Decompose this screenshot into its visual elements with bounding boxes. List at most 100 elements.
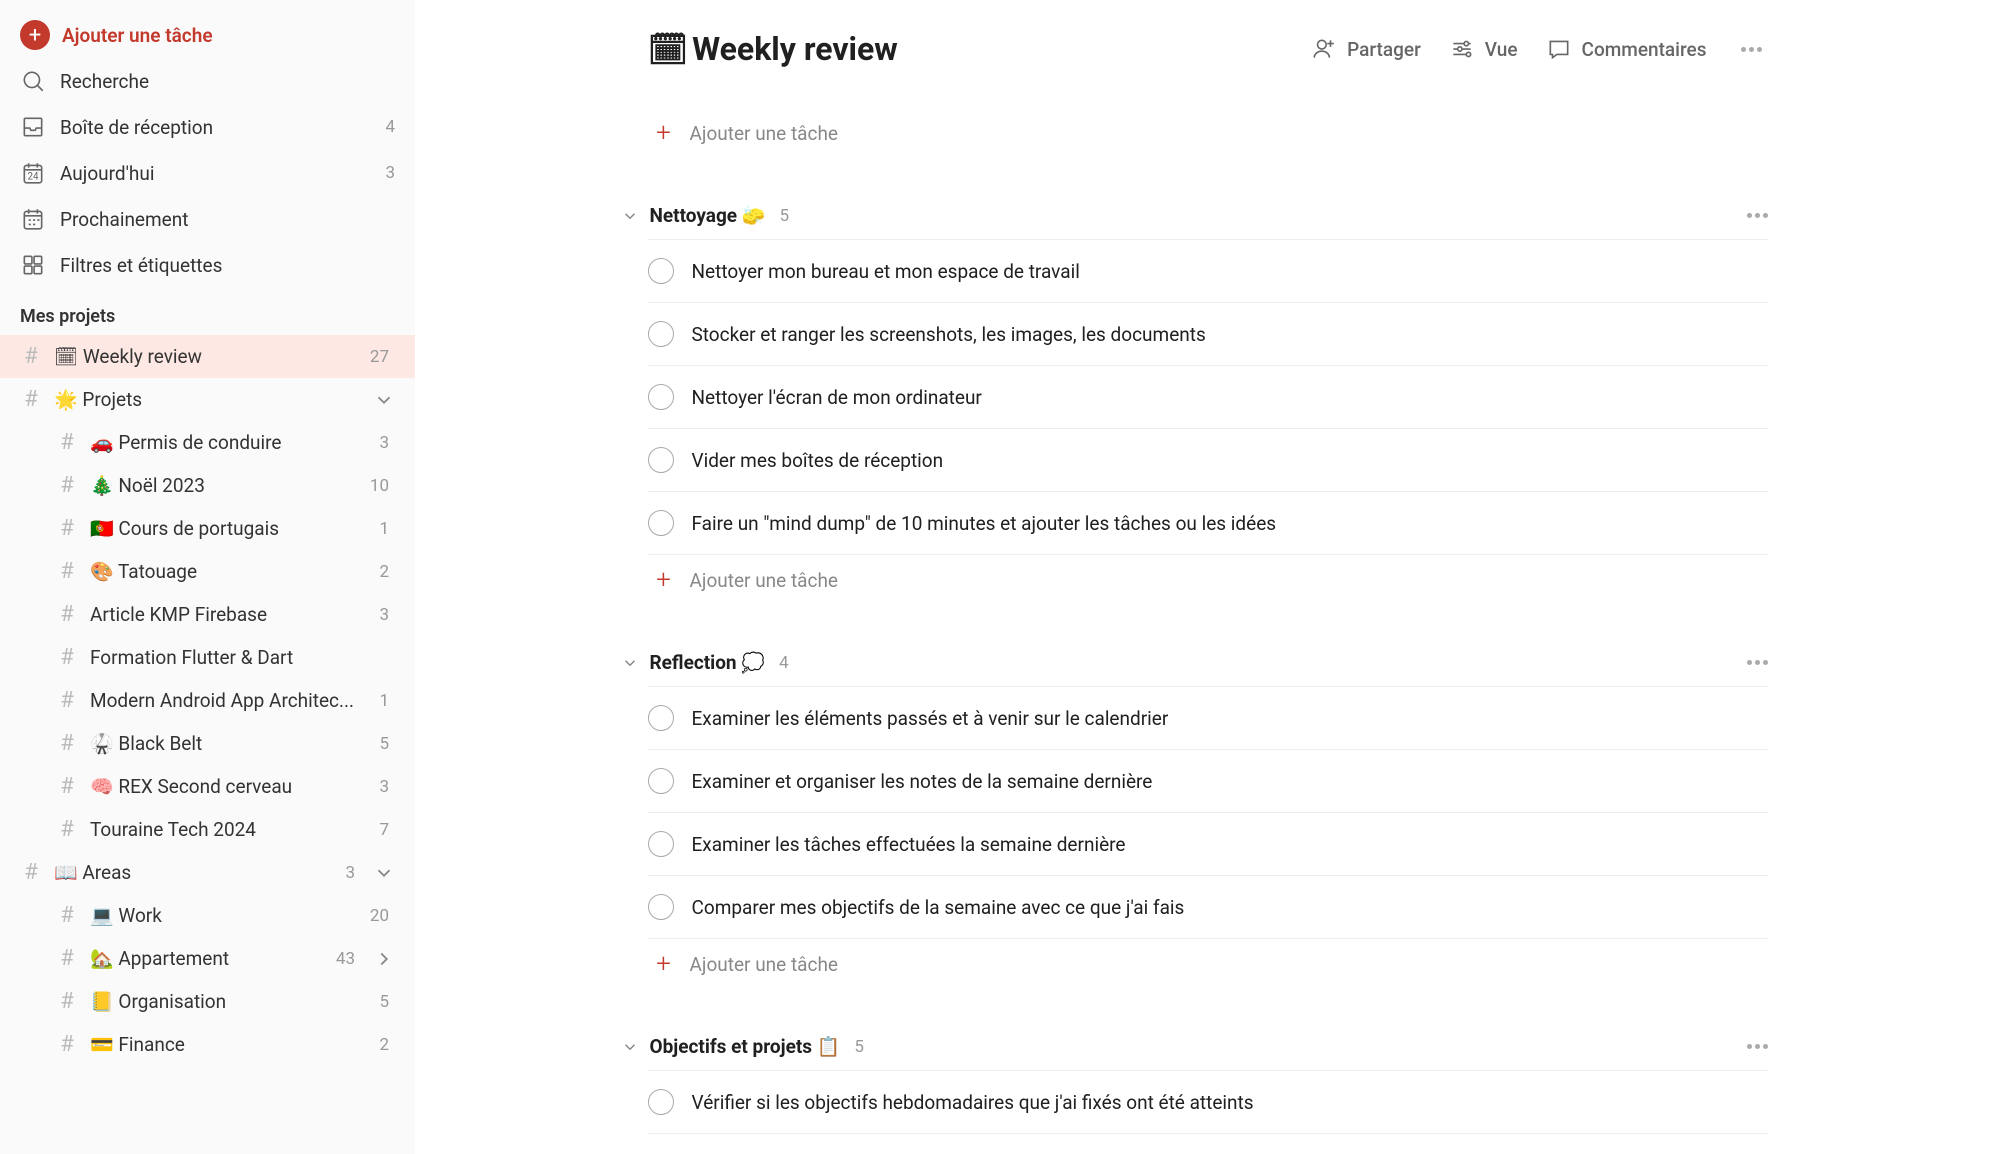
project-item[interactable]: #💳 Finance2 xyxy=(0,1023,415,1066)
task-row[interactable]: Vider mes boîtes de réception xyxy=(648,429,1768,492)
task-checkbox[interactable] xyxy=(648,258,674,284)
task-row[interactable]: Comparer mes objectifs de la semaine ave… xyxy=(648,876,1768,939)
page-title: 🗓 Weekly review xyxy=(648,30,898,68)
project-count: 10 xyxy=(370,476,389,496)
project-count: 3 xyxy=(379,605,389,625)
add-task-inline[interactable]: +Ajouter une tâche xyxy=(652,555,1768,605)
task-checkbox[interactable] xyxy=(648,447,674,473)
task-checkbox[interactable] xyxy=(648,321,674,347)
section-more-button[interactable] xyxy=(1747,1044,1768,1049)
chevron-right-icon[interactable] xyxy=(373,948,395,970)
project-label: 🎄 Noël 2023 xyxy=(90,474,358,497)
section-count: 5 xyxy=(779,206,789,226)
project-label: 🥋 Black Belt xyxy=(90,732,367,755)
page-header: 🗓 Weekly review Partager Vue Commentaire… xyxy=(648,30,1768,108)
task-checkbox[interactable] xyxy=(648,384,674,410)
task-row[interactable]: Examiner et organiser les notes de la se… xyxy=(648,750,1768,813)
task-label: Examiner et organiser les notes de la se… xyxy=(692,770,1768,793)
section-more-button[interactable] xyxy=(1747,660,1768,665)
comment-icon xyxy=(1546,36,1572,62)
section-header: Nettoyage 🧽5 xyxy=(648,204,1768,240)
task-checkbox[interactable] xyxy=(648,768,674,794)
hash-icon: # xyxy=(20,387,42,412)
task-row[interactable]: Nettoyer mon bureau et mon espace de tra… xyxy=(648,240,1768,303)
project-item[interactable]: #🌟 Projets xyxy=(0,378,415,421)
hash-icon: # xyxy=(20,344,42,369)
project-item[interactable]: #📖 Areas3 xyxy=(0,851,415,894)
add-task-inline[interactable]: +Ajouter une tâche xyxy=(652,939,1768,989)
chevron-down-icon[interactable] xyxy=(373,862,395,884)
project-label: 🗓 Weekly review xyxy=(54,345,358,368)
plus-icon: + xyxy=(652,949,676,979)
chevron-down-icon[interactable] xyxy=(620,654,640,672)
project-count: 3 xyxy=(379,433,389,453)
chevron-down-icon[interactable] xyxy=(373,389,395,411)
project-item[interactable]: #Formation Flutter & Dart xyxy=(0,636,415,679)
hash-icon: # xyxy=(56,731,78,756)
hash-icon: # xyxy=(56,946,78,971)
project-label: Formation Flutter & Dart xyxy=(90,646,395,669)
project-label: Article KMP Firebase xyxy=(90,603,367,626)
hash-icon: # xyxy=(56,688,78,713)
nav-item-today[interactable]: 24Aujourd'hui3 xyxy=(0,150,415,196)
project-item[interactable]: #Modern Android App Architec...1 xyxy=(0,679,415,722)
task-row[interactable]: Examiner les éléments passés et à venir … xyxy=(648,687,1768,750)
project-count: 2 xyxy=(379,1035,389,1055)
nav-item-upcoming[interactable]: Prochainement xyxy=(0,196,415,242)
section-header: Reflection 💭4 xyxy=(648,651,1768,687)
project-item[interactable]: #🚗 Permis de conduire3 xyxy=(0,421,415,464)
section: Reflection 💭4 Examiner les éléments passé… xyxy=(648,651,1768,989)
project-label: 🎨 Tatouage xyxy=(90,560,367,583)
section-title: Reflection 💭 xyxy=(650,651,765,674)
project-item[interactable]: #📒 Organisation5 xyxy=(0,980,415,1023)
task-label: Stocker et ranger les screenshots, les i… xyxy=(692,323,1768,346)
project-item[interactable]: #🧠 REX Second cerveau3 xyxy=(0,765,415,808)
project-item[interactable]: #🎨 Tatouage2 xyxy=(0,550,415,593)
comments-button[interactable]: Commentaires xyxy=(1546,36,1707,62)
more-button[interactable] xyxy=(1735,41,1768,58)
project-label: 📒 Organisation xyxy=(90,990,367,1013)
project-item[interactable]: #🎄 Noël 202310 xyxy=(0,464,415,507)
project-item[interactable]: #Article KMP Firebase3 xyxy=(0,593,415,636)
project-label: 🏡 Appartement xyxy=(90,947,324,970)
project-item[interactable]: # 🗓 Weekly review 27 xyxy=(0,335,415,378)
share-icon xyxy=(1311,36,1337,62)
project-item[interactable]: #💻 Work20 xyxy=(0,894,415,937)
task-row[interactable]: Examiner les tâches effectuées la semain… xyxy=(648,813,1768,876)
task-row[interactable]: Nettoyer l'écran de mon ordinateur xyxy=(648,366,1768,429)
section-header: Objectifs et projets 📋5 xyxy=(648,1035,1768,1071)
section: Nettoyage 🧽5Nettoyer mon bureau et mon e… xyxy=(648,204,1768,605)
share-button[interactable]: Partager xyxy=(1311,36,1421,62)
task-label: Examiner les éléments passés et à venir … xyxy=(692,707,1768,730)
project-count: 3 xyxy=(345,863,355,883)
add-task-inline[interactable]: + Ajouter une tâche xyxy=(652,108,1768,158)
project-item[interactable]: #🇵🇹 Cours de portugais1 xyxy=(0,507,415,550)
task-checkbox[interactable] xyxy=(648,831,674,857)
project-count: 27 xyxy=(370,347,389,367)
nav-item-inbox[interactable]: Boîte de réception4 xyxy=(0,104,415,150)
task-checkbox[interactable] xyxy=(648,894,674,920)
task-row[interactable]: Vérifier si les objectifs hebdomadaires … xyxy=(648,1071,1768,1134)
task-row[interactable]: Stocker et ranger les screenshots, les i… xyxy=(648,303,1768,366)
projects-header: Mes projets xyxy=(0,288,415,335)
project-count: 7 xyxy=(379,820,389,840)
hash-icon: # xyxy=(56,1032,78,1057)
nav-label: Recherche xyxy=(60,70,395,93)
project-item[interactable]: #🥋 Black Belt5 xyxy=(0,722,415,765)
plus-icon: + xyxy=(652,565,676,595)
section-more-button[interactable] xyxy=(1747,213,1768,218)
nav-item-search[interactable]: Recherche xyxy=(0,58,415,104)
add-task-button[interactable]: + Ajouter une tâche xyxy=(0,12,415,58)
chevron-down-icon[interactable] xyxy=(620,1038,640,1056)
nav-item-filters[interactable]: Filtres et étiquettes xyxy=(0,242,415,288)
task-row[interactable]: Faire un "mind dump" de 10 minutes et aj… xyxy=(648,492,1768,555)
task-checkbox[interactable] xyxy=(648,1089,674,1115)
project-item[interactable]: #🏡 Appartement43 xyxy=(0,937,415,980)
task-checkbox[interactable] xyxy=(648,510,674,536)
sliders-icon xyxy=(1449,36,1475,62)
nav-label: Prochainement xyxy=(60,208,395,231)
view-button[interactable]: Vue xyxy=(1449,36,1518,62)
chevron-down-icon[interactable] xyxy=(620,207,640,225)
project-item[interactable]: #Touraine Tech 20247 xyxy=(0,808,415,851)
task-checkbox[interactable] xyxy=(648,705,674,731)
